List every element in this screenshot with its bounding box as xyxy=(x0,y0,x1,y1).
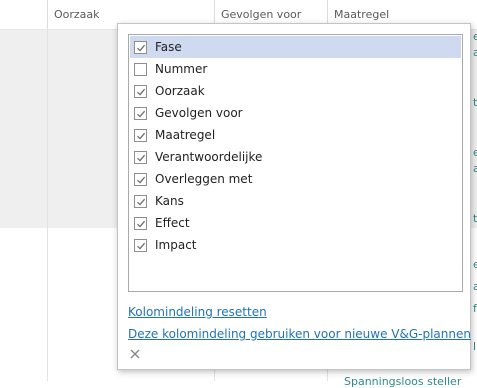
checkmark-icon xyxy=(137,198,146,206)
checkbox[interactable] xyxy=(134,84,147,98)
checkmark-icon xyxy=(137,132,146,140)
column-option-fase[interactable]: Fase xyxy=(130,36,461,58)
checkmark-icon xyxy=(137,44,146,52)
column-option-label: Verantwoordelijke xyxy=(155,150,263,164)
checkbox[interactable] xyxy=(134,172,147,186)
column-option-impact[interactable]: Impact xyxy=(130,234,461,256)
column-option-label: Overleggen met xyxy=(155,172,253,186)
checkmark-icon xyxy=(137,110,146,118)
column-option-nummer[interactable]: Nummer xyxy=(130,58,461,80)
checkbox[interactable] xyxy=(134,40,147,54)
column-picker-popup: Fase Nummer Oorzaak Gevolgen voor Maatregel V… xyxy=(117,23,471,370)
checkmark-icon xyxy=(137,176,146,184)
column-option-label: Effect xyxy=(155,216,190,230)
use-for-new-plans-link[interactable]: Deze kolomindeling gebruiken voor nieuwe… xyxy=(128,327,471,341)
cell-text-fragment: a xyxy=(473,280,477,293)
cell-text-fragment: e xyxy=(473,30,477,43)
column-option-effect[interactable]: Effect xyxy=(130,212,461,234)
reset-columns-link[interactable]: Kolomindeling resetten xyxy=(128,305,267,319)
checkbox[interactable] xyxy=(134,238,147,252)
cell-text-fragment: l xyxy=(473,340,477,353)
column-list[interactable]: Fase Nummer Oorzaak Gevolgen voor Maatregel V… xyxy=(128,34,463,292)
column-option-overleggen-met[interactable]: Overleggen met xyxy=(130,168,461,190)
checkbox[interactable] xyxy=(134,216,147,230)
checkbox[interactable] xyxy=(134,106,147,120)
checkbox[interactable] xyxy=(134,194,147,208)
checkmark-icon xyxy=(137,242,146,250)
checkbox[interactable] xyxy=(134,150,147,164)
column-option-label: Fase xyxy=(155,40,182,54)
checkbox[interactable] xyxy=(134,62,147,76)
column-option-maatregel[interactable]: Maatregel xyxy=(130,124,461,146)
cell-text-fragment: t xyxy=(473,212,477,225)
close-icon-glyph xyxy=(130,349,140,359)
column-option-verantwoordelijke[interactable]: Verantwoordelijke xyxy=(130,146,461,168)
checkmark-icon xyxy=(137,88,146,96)
column-option-gevolgen-voor[interactable]: Gevolgen voor xyxy=(130,102,461,124)
column-option-label: Maatregel xyxy=(155,128,216,142)
column-option-label: Gevolgen voor xyxy=(155,106,243,120)
column-option-oorzaak[interactable]: Oorzaak xyxy=(130,80,461,102)
checkmark-icon xyxy=(137,154,146,162)
column-option-label: Kans xyxy=(155,194,184,208)
cell-text-fragment: f xyxy=(473,302,477,315)
cell-text-fragment: e xyxy=(473,258,477,271)
checkbox[interactable] xyxy=(134,128,147,142)
checkmark-icon xyxy=(137,220,146,228)
close-icon[interactable] xyxy=(127,346,143,362)
grid-divider xyxy=(47,30,48,381)
column-option-kans[interactable]: Kans xyxy=(130,190,461,212)
column-option-label: Oorzaak xyxy=(155,84,205,98)
cell-text-fragment: a xyxy=(473,46,477,59)
column-option-label: Impact xyxy=(155,238,197,252)
cell-text-fragment: e xyxy=(473,146,477,159)
cell-text-spanningsloos: Spanningsloos steller xyxy=(344,375,462,388)
column-option-label: Nummer xyxy=(155,62,208,76)
cell-text-fragment: t xyxy=(473,96,477,109)
cell-text-fragment: a xyxy=(473,162,477,175)
